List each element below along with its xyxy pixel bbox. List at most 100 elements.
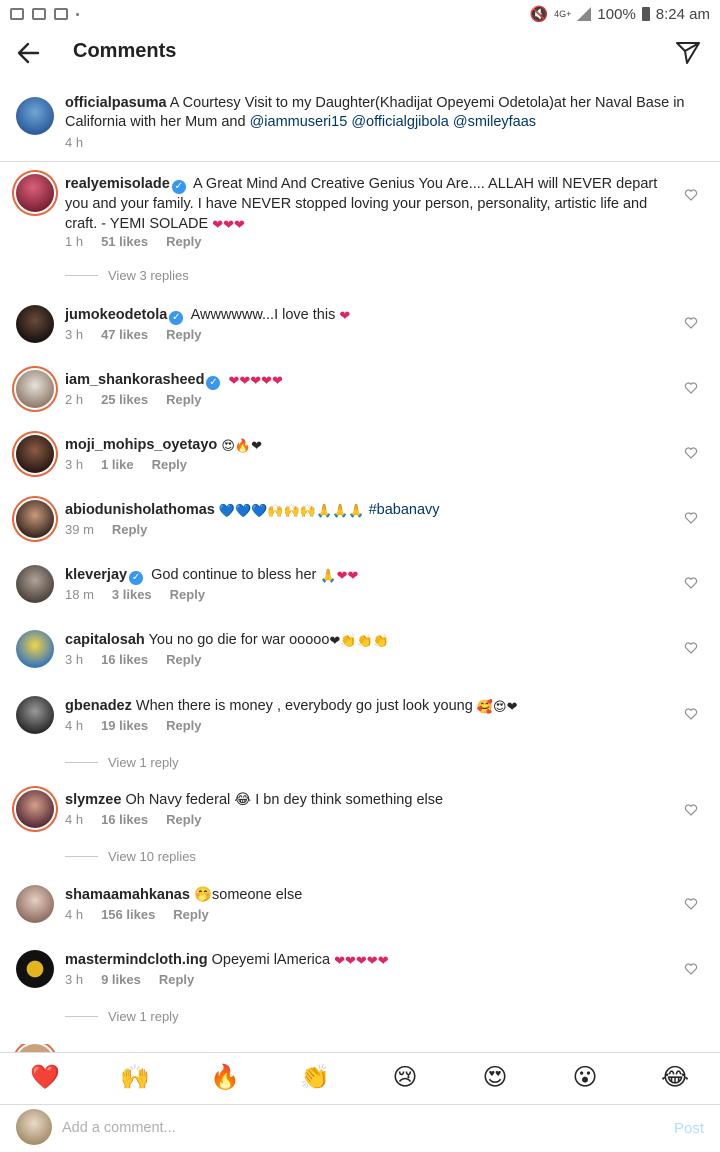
likes-count[interactable]: 1 like — [101, 457, 134, 472]
view-replies-label: View 3 replies — [108, 268, 189, 283]
comment-username[interactable]: iam_shankorasheed — [65, 372, 204, 388]
comment-username[interactable]: capitalosah — [65, 632, 145, 648]
verified-badge-icon: ✓ — [129, 571, 144, 585]
avatar[interactable] — [16, 97, 54, 135]
reply-button[interactable]: Reply — [166, 392, 201, 407]
comment-item: moji_mohips_oyetayo 😍🔥❤ 3 h 1 like Reply — [0, 435, 720, 480]
comment-emoji: 💙💙💙🙌🙌🙌🙏🙏🙏 — [218, 503, 365, 518]
avatar[interactable] — [16, 790, 54, 828]
avatar[interactable] — [16, 305, 54, 343]
likes-count[interactable]: 47 likes — [101, 327, 148, 342]
like-heart-icon[interactable] — [684, 381, 698, 395]
reply-button[interactable]: Reply — [159, 972, 194, 987]
direct-send-icon[interactable] — [674, 38, 702, 66]
comment-username[interactable]: realyemisolade — [65, 176, 170, 192]
comment-body: Awwwwww...I love this — [190, 307, 336, 323]
comment-username[interactable]: shamaamahkanas — [65, 887, 190, 903]
comment-username[interactable]: abiodunisholathomas — [65, 502, 215, 518]
comment-username[interactable]: jumokeodetola — [65, 307, 167, 323]
avatar[interactable] — [16, 370, 54, 408]
avatar[interactable] — [16, 1044, 54, 1052]
comment-item: gbenadez When there is money , everybody… — [0, 696, 720, 776]
avatar[interactable] — [16, 950, 54, 988]
avatar[interactable] — [16, 885, 54, 923]
comment-emoji: ❤❤❤❤❤ — [334, 953, 389, 968]
more-notifications-icon — [76, 12, 79, 16]
comment-item: iam_shankorasheed ✓ ❤❤❤❤❤ 2 h 25 likes Re… — [0, 370, 720, 415]
reply-button[interactable]: Reply — [166, 327, 201, 342]
reply-button[interactable]: Reply — [166, 234, 201, 249]
likes-count[interactable]: 156 likes — [101, 907, 155, 922]
emoji-laugh-button[interactable]: 😂 — [660, 1063, 690, 1093]
view-replies-link[interactable]: View 1 reply — [65, 1009, 179, 1024]
likes-count[interactable]: 16 likes — [101, 812, 148, 827]
likes-count[interactable]: 19 likes — [101, 718, 148, 733]
avatar[interactable] — [16, 630, 54, 668]
reply-button[interactable]: Reply — [170, 587, 205, 602]
comment-emoji: ❤❤❤ — [212, 217, 245, 232]
reply-button[interactable]: Reply — [166, 652, 201, 667]
reply-button[interactable]: Reply — [166, 718, 201, 733]
like-heart-icon[interactable] — [684, 707, 698, 721]
reply-button[interactable]: Reply — [173, 907, 208, 922]
comment-body: Oh Navy federal 😂 I bn dey think somethi… — [125, 792, 444, 808]
avatar[interactable] — [16, 174, 54, 212]
like-heart-icon[interactable] — [684, 576, 698, 590]
hashtag-link[interactable]: #babanavy — [369, 502, 440, 518]
avatar[interactable] — [16, 500, 54, 538]
notification-icons — [10, 8, 79, 20]
view-replies-link[interactable]: View 3 replies — [65, 268, 189, 283]
emoji-fire-button[interactable]: 🔥 — [210, 1063, 240, 1093]
emoji-clap-button[interactable]: 👏 — [300, 1063, 330, 1093]
comment-text: gbenadez When there is money , everybody… — [65, 696, 670, 716]
likes-count[interactable]: 9 likes — [101, 972, 141, 987]
like-heart-icon[interactable] — [684, 446, 698, 460]
comment-emoji: 😍🔥❤ — [221, 438, 262, 453]
view-replies-link[interactable]: View 10 replies — [65, 849, 196, 864]
comment-username[interactable]: slymzee — [65, 792, 121, 808]
likes-count[interactable]: 25 likes — [101, 392, 148, 407]
comment-username[interactable]: mastermindcloth.ing — [65, 952, 208, 968]
comment-time: 3 h — [65, 327, 84, 342]
battery-icon — [641, 7, 650, 21]
reply-button[interactable]: Reply — [166, 812, 201, 827]
comment-input[interactable] — [62, 1115, 622, 1141]
comment-username[interactable]: gbenadez — [65, 698, 132, 714]
signal-icon — [577, 7, 592, 21]
likes-count[interactable]: 51 likes — [101, 234, 148, 249]
mention-link[interactable]: @officialgjibola — [351, 114, 448, 130]
emoji-raised-hands-button[interactable]: 🙌 — [120, 1063, 150, 1093]
avatar[interactable] — [16, 565, 54, 603]
emoji-heart-button[interactable]: ❤️ — [30, 1063, 60, 1093]
avatar[interactable] — [16, 696, 54, 734]
avatar[interactable] — [16, 435, 54, 473]
like-heart-icon[interactable] — [684, 897, 698, 911]
emoji-cry-button[interactable]: 😢 — [390, 1063, 420, 1093]
network-type: 4G+ — [554, 8, 572, 19]
avatar — [16, 1109, 52, 1145]
emoji-wow-button[interactable]: 😮 — [570, 1063, 600, 1093]
verified-badge-icon: ✓ — [206, 376, 221, 390]
like-heart-icon[interactable] — [684, 511, 698, 525]
reply-button[interactable]: Reply — [152, 457, 187, 472]
like-heart-icon[interactable] — [684, 641, 698, 655]
mention-link[interactable]: @iammuseri15 — [250, 114, 348, 130]
post-button[interactable]: Post — [674, 1120, 704, 1137]
emoji-heart-eyes-button[interactable]: 😍 — [480, 1063, 510, 1093]
view-replies-link[interactable]: View 1 reply — [65, 755, 179, 770]
like-heart-icon[interactable] — [684, 962, 698, 976]
likes-count[interactable]: 3 likes — [112, 587, 152, 602]
mention-link[interactable]: @smileyfaas — [453, 114, 536, 130]
comment-username[interactable]: moji_mohips_oyetayo — [65, 437, 217, 453]
likes-count[interactable]: 16 likes — [101, 652, 148, 667]
comment-time: 3 h — [65, 652, 84, 667]
comment-username[interactable]: kleverjay — [65, 567, 127, 583]
like-heart-icon[interactable] — [684, 803, 698, 817]
like-heart-icon[interactable] — [684, 316, 698, 330]
comment-text: abiodunisholathomas 💙💙💙🙌🙌🙌🙏🙏🙏 #babanavy — [65, 500, 670, 520]
back-arrow-icon[interactable] — [14, 38, 44, 68]
like-heart-icon[interactable] — [684, 188, 698, 202]
reply-button[interactable]: Reply — [112, 522, 147, 537]
caption-username[interactable]: officialpasuma — [65, 95, 167, 111]
comment-item: shamaamahkanas 🤭someone else 4 h 156 lik… — [0, 885, 720, 930]
